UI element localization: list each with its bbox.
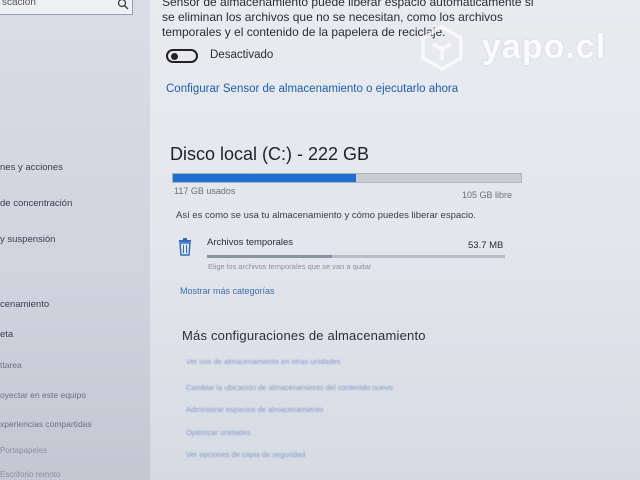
sidebar-item-tablet[interactable]: eta <box>0 329 13 340</box>
temp-files-bar <box>207 255 505 258</box>
configure-storage-sense-link[interactable]: Configurar Sensor de almacenamiento o ej… <box>166 83 458 95</box>
sidebar-item-remote-desktop[interactable]: Escritorio remoto <box>0 470 60 479</box>
backup-options-link[interactable]: Ver opciones de copia de seguridad <box>186 450 305 459</box>
sidebar-item-focus-assist[interactable]: de concentración <box>0 198 72 209</box>
sidebar-item-clipboard[interactable]: Portapapeles <box>0 446 47 455</box>
temp-files-size: 53.7 MB <box>468 240 504 251</box>
search-icon[interactable] <box>117 0 129 10</box>
sidebar-item-shared-experiences[interactable]: xperiencias compartidas <box>0 419 92 429</box>
temp-files-description: Elige los archivos temporales que se van… <box>208 262 372 271</box>
other-drives-link[interactable]: Ver uso de almacenamiento en otras unida… <box>186 357 341 366</box>
search-placeholder: scación <box>2 0 36 8</box>
more-settings-heading: Más configuraciones de almacenamiento <box>182 328 426 343</box>
show-more-categories-link[interactable]: Mostrar más categorías <box>180 286 275 296</box>
storage-sense-toggle[interactable] <box>166 49 198 63</box>
toggle-state-label: Desactivado <box>210 49 274 61</box>
sidebar-item-notifications[interactable]: nes y acciones <box>0 162 63 173</box>
watermark-logo-icon <box>421 24 463 72</box>
sidebar-item-power-sleep[interactable]: y suspensión <box>0 234 55 245</box>
change-save-location-link[interactable]: Cambiar la ubicación de almacenamiento d… <box>186 383 393 392</box>
watermark: yapo.cl <box>418 24 618 76</box>
disk-used-label: 117 GB usados <box>174 186 236 196</box>
optimize-drives-link[interactable]: Optimizar unidades <box>186 428 251 437</box>
disk-title: Disco local (C:) - 222 GB <box>170 144 370 164</box>
toggle-knob <box>171 53 178 60</box>
disk-usage-bar <box>172 173 522 183</box>
disk-usage-fill <box>173 174 357 182</box>
sidebar-item-storage[interactable]: cenamiento <box>0 299 49 310</box>
trash-icon[interactable] <box>178 238 192 256</box>
sidebar-item-projecting[interactable]: oyectar en este equipo <box>0 390 86 400</box>
manage-storage-spaces-link[interactable]: Administrar espacios de almacenamiento <box>186 405 323 414</box>
watermark-text: yapo.cl <box>482 28 607 66</box>
disk-free-label: 105 GB libre <box>462 190 513 200</box>
usage-explanation: Así es como se usa tu almacenamiento y c… <box>176 210 476 221</box>
sidebar-item-multitasking[interactable]: ttarea <box>0 360 22 370</box>
settings-sidebar: scación nes y acciones de concentración … <box>0 0 150 480</box>
search-input[interactable]: scación <box>0 0 133 15</box>
temp-files-label[interactable]: Archivos temporales <box>207 237 293 248</box>
temp-files-fill <box>207 255 333 258</box>
